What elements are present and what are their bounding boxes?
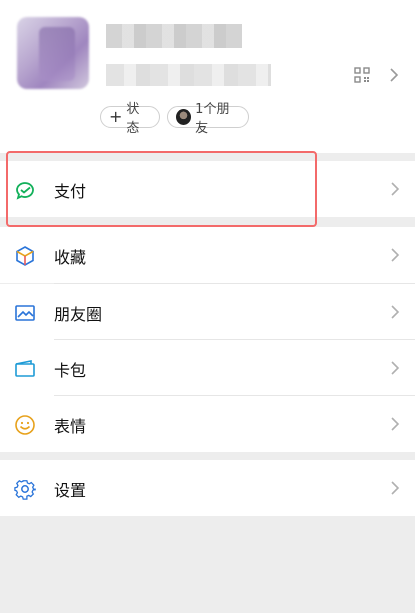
gear-icon: [14, 479, 36, 500]
menu-item-moments[interactable]: 朋友圈: [0, 284, 415, 340]
menu-item-label: 设置: [54, 481, 87, 500]
qr-code-icon[interactable]: [354, 67, 370, 83]
friends-chip-label: 1个朋友: [195, 102, 230, 136]
smile-icon: [15, 415, 35, 435]
menu-item-favorites[interactable]: 收藏: [0, 227, 415, 283]
menu-item-settings[interactable]: 设置: [0, 460, 415, 516]
status-chip[interactable]: + 状态: [100, 102, 160, 136]
chevron-right-icon: [391, 417, 400, 431]
wechat-pay-icon: [16, 182, 34, 200]
menu-item-cards[interactable]: 卡包: [0, 340, 415, 396]
menu-item-label: 卡包: [54, 361, 87, 380]
menu-item-label: 朋友圈: [54, 305, 103, 324]
friends-chip[interactable]: 1个朋友: [167, 102, 249, 136]
chevron-right-icon[interactable]: [389, 67, 399, 83]
profile-name-redacted: [106, 24, 242, 48]
menu-item-label: 收藏: [54, 248, 87, 267]
wallet-icon: [15, 360, 35, 377]
chevron-right-icon: [391, 361, 400, 375]
cube-icon: [16, 246, 34, 266]
menu-item-label: 表情: [54, 417, 87, 436]
menu-item-label: 支付: [54, 182, 87, 201]
chevron-right-icon: [391, 305, 400, 319]
picture-icon: [15, 305, 35, 321]
chevron-right-icon: [391, 248, 400, 262]
profile-header[interactable]: + 状态 1个朋友: [0, 0, 415, 153]
menu-item-pay[interactable]: 支付: [0, 161, 415, 217]
friend-avatar: [176, 109, 192, 125]
chevron-right-icon: [391, 182, 400, 196]
plus-icon: +: [109, 106, 123, 126]
profile-avatar[interactable]: [17, 17, 89, 89]
profile-id-redacted: [106, 64, 271, 86]
chevron-right-icon: [391, 481, 400, 495]
status-chip-label: 状态: [126, 102, 140, 136]
menu-item-stickers[interactable]: 表情: [0, 396, 415, 452]
